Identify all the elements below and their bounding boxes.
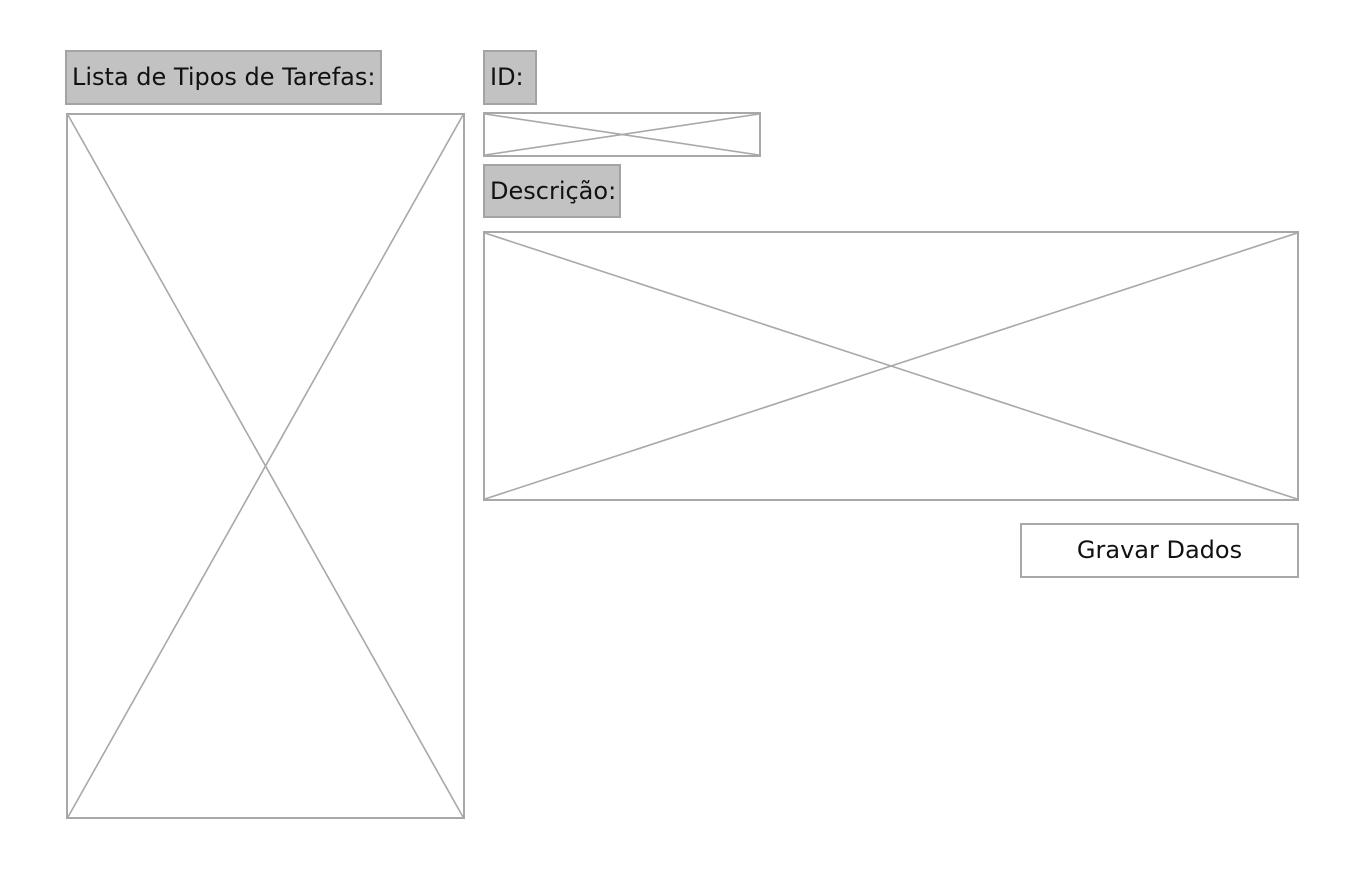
id-field[interactable]	[483, 112, 761, 157]
description-label: Descrição:	[483, 164, 621, 218]
description-field[interactable]	[483, 231, 1299, 501]
id-label: ID:	[483, 50, 537, 105]
description-field-placeholder-cross	[485, 233, 1297, 499]
save-data-button[interactable]: Gravar Dados	[1020, 523, 1299, 578]
listbox-placeholder-cross	[68, 115, 463, 817]
task-types-listbox[interactable]	[66, 113, 465, 819]
id-field-placeholder-cross	[485, 114, 759, 155]
task-types-list-label: Lista de Tipos de Tarefas:	[65, 50, 382, 105]
